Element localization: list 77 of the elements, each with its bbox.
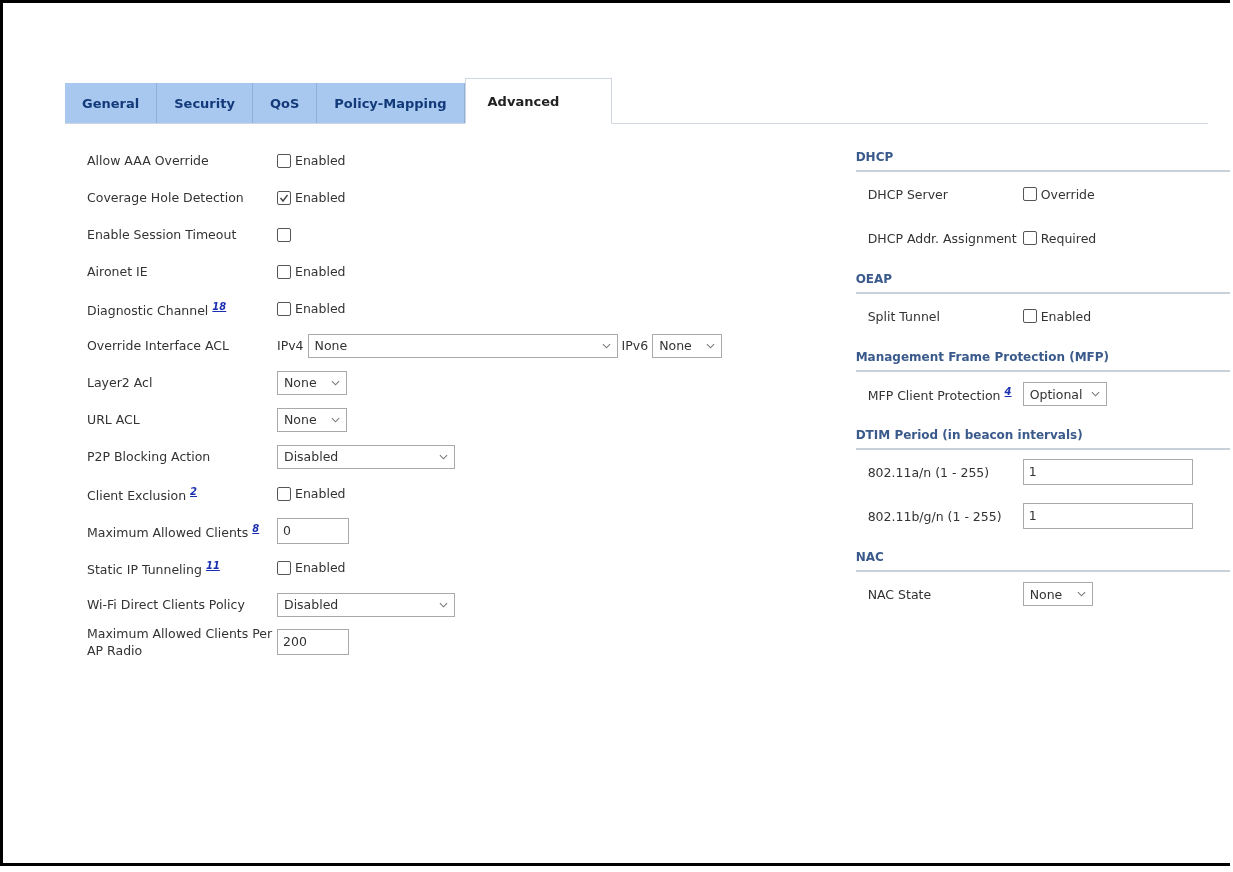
footnote-link[interactable]: 18	[212, 300, 227, 312]
field-label: Diagnostic Channel	[87, 303, 209, 319]
dropdown[interactable]: Disabled	[277, 592, 455, 617]
section-title: Management Frame Protection (MFP)	[855, 349, 1111, 366]
field-label: Allow AAA Override	[87, 153, 209, 168]
field-label: NAC State	[867, 586, 932, 602]
caret-icon	[1076, 591, 1086, 597]
field-label: Override Interface ACL	[87, 338, 230, 353]
input-field[interactable]: 200	[277, 628, 349, 655]
caret-icon	[1090, 391, 1100, 397]
dropdown[interactable]: Disabled	[277, 444, 455, 469]
footnote-link[interactable]: 2	[190, 485, 198, 497]
checkbox-label: Enabled	[295, 486, 346, 501]
field-prefix: IPv6	[621, 338, 649, 353]
caret-icon	[706, 342, 716, 349]
checkbox[interactable]	[277, 153, 291, 168]
input-field[interactable]: 0	[277, 517, 349, 544]
checkbox[interactable]	[277, 227, 291, 242]
checkbox[interactable]	[1022, 187, 1037, 201]
field-label: Maximum Allowed Clients	[87, 525, 249, 541]
section-title: OEAP	[855, 271, 894, 288]
caret-icon	[601, 342, 611, 349]
checkbox[interactable]	[277, 486, 291, 501]
checkbox-label: Enabled	[295, 301, 346, 316]
section-title: DHCP	[855, 149, 895, 166]
dropdown[interactable]: None	[277, 407, 347, 432]
field-label: Client Exclusion	[87, 488, 187, 504]
section-title: DTIM Period (in beacon intervals)	[855, 427, 1084, 444]
input-field[interactable]: 1	[1022, 459, 1193, 485]
caret-icon	[439, 601, 448, 608]
field-label: 802.11b/g/n (1 - 255)	[867, 508, 1002, 524]
checkbox-label: Enabled	[1040, 308, 1092, 324]
field-label: 802.11a/n (1 - 255)	[867, 464, 990, 480]
field-label: P2P Blocking Action	[87, 449, 211, 464]
checkbox[interactable]	[1022, 231, 1037, 245]
dropdown[interactable]: None	[652, 333, 723, 358]
dropdown[interactable]: None	[277, 370, 347, 395]
checkbox[interactable]	[277, 560, 291, 575]
checkbox[interactable]	[277, 190, 291, 205]
field-label: Wi-Fi Direct Clients Policy	[87, 597, 245, 612]
footnote-link[interactable]: 4	[1004, 386, 1012, 398]
tab[interactable]: Advanced	[464, 78, 613, 124]
field-label: Maximum Allowed Clients Per AP Radio	[87, 625, 273, 658]
footnote-link[interactable]: 11	[205, 559, 220, 571]
dropdown[interactable]: Optional	[1022, 382, 1107, 406]
field-label: Layer2 Acl	[87, 375, 153, 390]
field-label: MFP Client Protection	[867, 388, 1001, 404]
checkbox[interactable]	[277, 264, 291, 279]
tab[interactable]: QoS	[252, 83, 318, 123]
field-label: Static IP Tunneling	[87, 562, 202, 578]
dropdown[interactable]: None	[1022, 582, 1093, 606]
field-label: DHCP Addr. Assignment	[867, 230, 1017, 246]
checkbox[interactable]	[277, 301, 291, 316]
field-label: URL ACL	[87, 412, 140, 427]
checkbox[interactable]	[1022, 309, 1037, 323]
tab[interactable]: General	[65, 83, 158, 123]
checkbox-label: Enabled	[295, 190, 346, 205]
field-label: DHCP Server	[867, 186, 948, 202]
checkbox-label: Enabled	[295, 153, 346, 168]
checkbox-label: Override	[1040, 186, 1095, 202]
field-prefix: IPv4	[277, 338, 304, 353]
input-field[interactable]: 1	[1022, 503, 1193, 529]
field-label: Aironet IE	[87, 264, 148, 279]
section-title: NAC	[855, 549, 885, 566]
field-label: Enable Session Timeout	[87, 227, 237, 242]
checkbox-label: Enabled	[295, 264, 346, 279]
field-label: Split Tunnel	[867, 308, 940, 324]
caret-icon	[439, 453, 448, 460]
caret-icon	[331, 379, 340, 386]
tab[interactable]: Security	[157, 83, 253, 123]
field-label: Coverage Hole Detection	[87, 190, 244, 205]
caret-icon	[331, 416, 340, 423]
tab[interactable]: Policy-Mapping	[317, 83, 465, 123]
checkbox-label: Enabled	[295, 560, 346, 575]
dropdown[interactable]: None	[307, 333, 618, 358]
footnote-link[interactable]: 8	[252, 522, 260, 534]
checkbox-label: Required	[1040, 230, 1097, 246]
